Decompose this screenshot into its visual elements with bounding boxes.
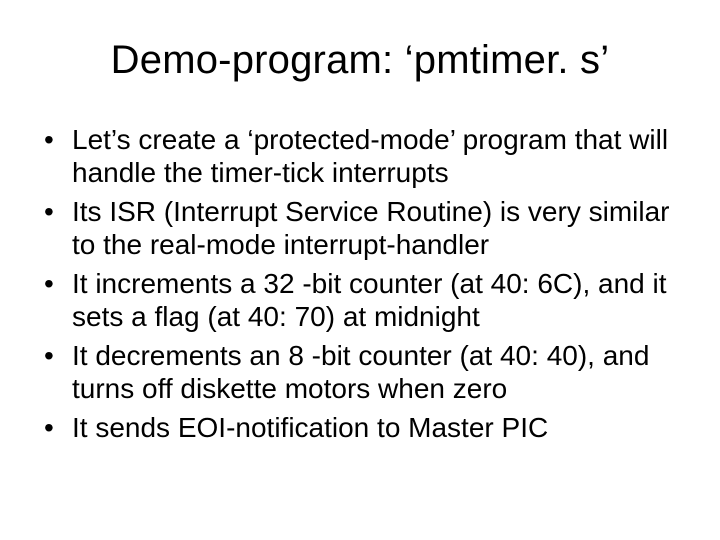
slide: Demo-program: ‘pmtimer. s’ Let’s create … <box>0 0 720 540</box>
list-item: It decrements an 8 -bit counter (at 40: … <box>38 339 682 405</box>
list-item: Let’s create a ‘protected-mode’ program … <box>38 123 682 189</box>
list-item: It increments a 32 -bit counter (at 40: … <box>38 267 682 333</box>
list-item: Its ISR (Interrupt Service Routine) is v… <box>38 195 682 261</box>
list-item: It sends EOI-notification to Master PIC <box>38 411 682 444</box>
slide-title: Demo-program: ‘pmtimer. s’ <box>32 38 688 83</box>
bullet-list: Let’s create a ‘protected-mode’ program … <box>32 123 688 444</box>
